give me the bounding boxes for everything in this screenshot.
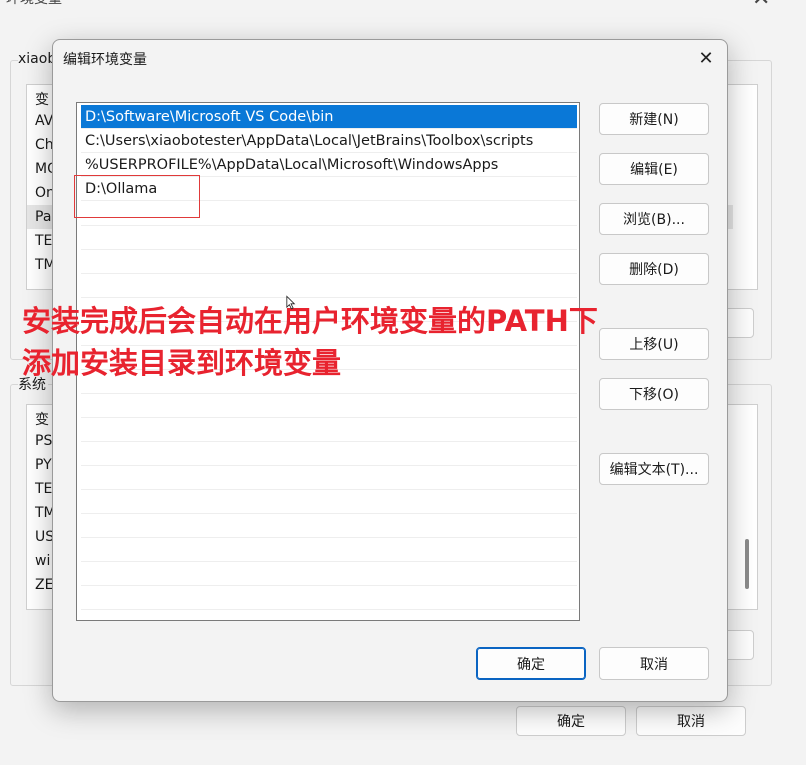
list-item[interactable]: 变 (35, 409, 49, 429)
empty-row (81, 585, 577, 586)
empty-row (81, 561, 577, 562)
close-icon[interactable]: ✕ (693, 45, 719, 71)
bg-cancel-button[interactable]: 取消 (636, 706, 746, 736)
close-icon[interactable]: ✕ (752, 0, 770, 11)
empty-row (81, 225, 577, 226)
annotation-text: 安装完成后会自动在用户环境变量的PATH下 添加安装目录到环境变量 (22, 300, 682, 384)
empty-row (81, 417, 577, 418)
list-item[interactable]: Pa (35, 209, 51, 225)
list-item[interactable]: ZE (35, 577, 53, 593)
mouse-cursor-icon (286, 295, 296, 310)
annotation-line-2: 添加安装目录到环境变量 (22, 346, 342, 380)
ok-button[interactable]: 确定 (476, 647, 586, 680)
edit-text-button[interactable]: 编辑文本(T)... (599, 453, 709, 485)
empty-row (81, 393, 577, 394)
edit-button[interactable]: 编辑(E) (599, 153, 709, 185)
browse-button[interactable]: 浏览(B)... (599, 203, 709, 235)
empty-row (81, 537, 577, 538)
dialog-title: 编辑环境变量 (63, 52, 147, 68)
path-item[interactable]: %USERPROFILE%\AppData\Local\Microsoft\Wi… (81, 153, 577, 177)
empty-row (81, 465, 577, 466)
list-item[interactable]: wi (35, 553, 50, 569)
list-item[interactable]: PY (35, 457, 52, 473)
empty-row (81, 513, 577, 514)
list-item[interactable]: AV (35, 113, 53, 129)
empty-row (81, 489, 577, 490)
list-item[interactable]: TE (35, 233, 52, 249)
new-button[interactable]: 新建(N) (599, 103, 709, 135)
ollama-highlight-box (74, 175, 200, 218)
empty-row (81, 273, 577, 274)
window-title: 环境变量 (6, 0, 62, 8)
list-item[interactable]: TE (35, 481, 52, 497)
path-item[interactable]: C:\Users\xiaobotester\AppData\Local\JetB… (81, 129, 577, 153)
empty-row (81, 609, 577, 610)
empty-row (81, 249, 577, 250)
annotation-line-1: 安装完成后会自动在用户环境变量的PATH下 (22, 304, 598, 338)
delete-button[interactable]: 删除(D) (599, 253, 709, 285)
path-item-selected[interactable]: D:\Software\Microsoft VS Code\bin (81, 105, 577, 129)
list-item[interactable]: PS (35, 433, 52, 449)
bg-ok-button[interactable]: 确定 (516, 706, 626, 736)
list-item[interactable]: Ch (35, 137, 54, 153)
empty-row (81, 297, 577, 298)
empty-row (81, 441, 577, 442)
list-item[interactable]: 变 (35, 89, 49, 109)
cancel-button[interactable]: 取消 (599, 647, 709, 680)
scrollbar[interactable] (745, 539, 749, 589)
